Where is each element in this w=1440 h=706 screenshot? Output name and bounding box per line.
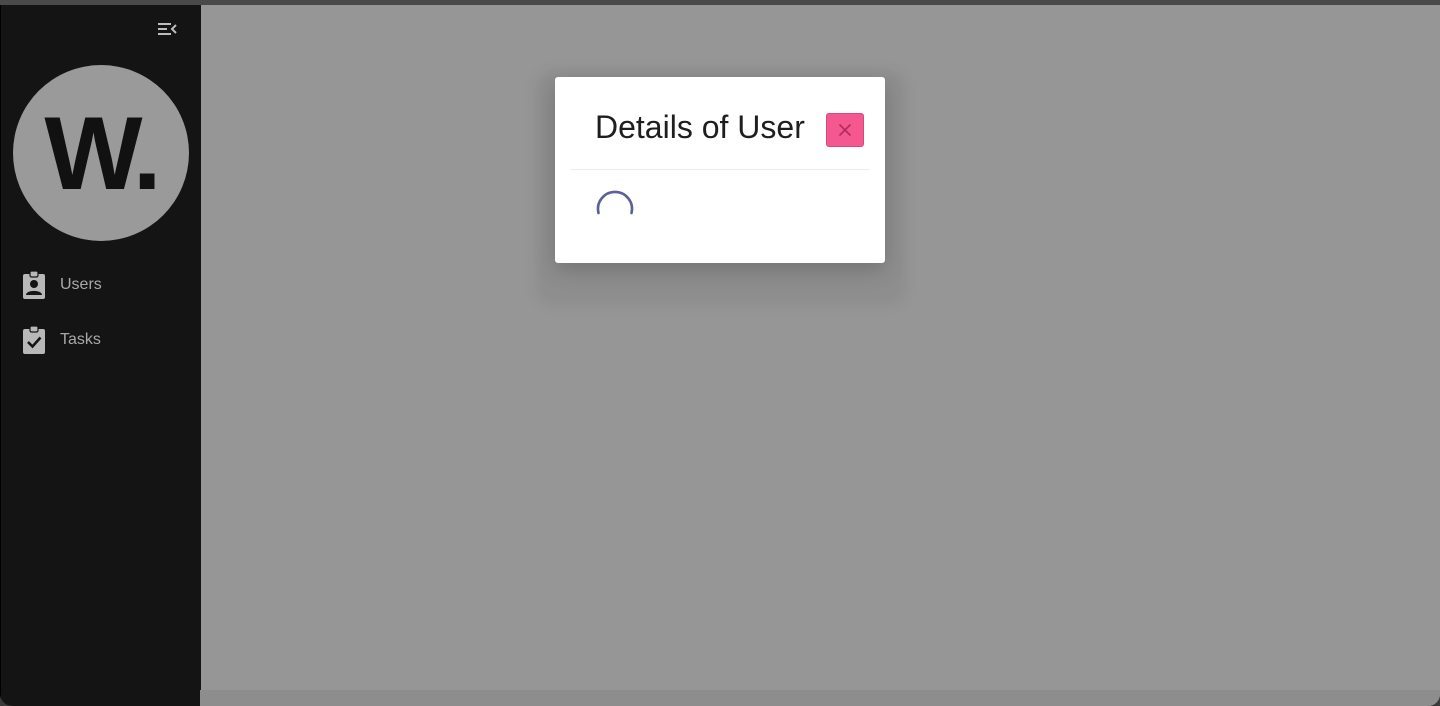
badge-icon bbox=[21, 269, 47, 300]
logo-text: W. bbox=[44, 96, 161, 212]
app-window: W. Users Tasks Details of User bbox=[0, 5, 1440, 706]
sidebar-item-label: Tasks bbox=[60, 330, 101, 348]
sidebar-nav: Users Tasks bbox=[1, 257, 201, 367]
dialog-divider bbox=[571, 169, 869, 170]
menu-collapse-icon bbox=[158, 23, 177, 35]
app-logo: W. bbox=[13, 65, 189, 241]
sidebar-item-users[interactable]: Users bbox=[1, 257, 201, 312]
sidebar-item-tasks[interactable]: Tasks bbox=[1, 312, 201, 367]
sidebar-item-label: Users bbox=[60, 275, 102, 293]
close-icon bbox=[838, 123, 852, 137]
content-bottom-edge bbox=[200, 690, 1440, 706]
sidebar: W. Users Tasks bbox=[0, 5, 201, 706]
sidebar-collapse-button[interactable] bbox=[155, 17, 179, 41]
dialog-title: Details of User bbox=[595, 109, 805, 145]
loading-spinner bbox=[596, 190, 634, 215]
clipboard-check-icon bbox=[21, 324, 47, 355]
user-details-dialog: Details of User bbox=[555, 77, 885, 263]
close-button[interactable] bbox=[826, 113, 864, 147]
